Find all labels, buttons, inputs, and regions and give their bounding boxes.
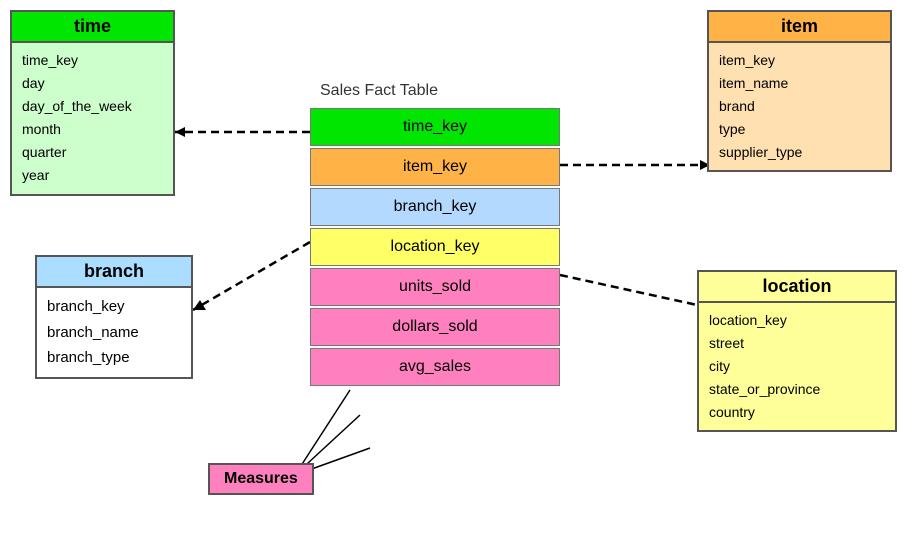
branch-table: branch branch_key branch_name branch_typ…	[35, 255, 193, 379]
time-field-1: time_key	[22, 49, 163, 72]
fact-row-branch-key: branch_key	[310, 188, 560, 226]
fact-row-location-key: location_key	[310, 228, 560, 266]
fact-row-units-sold: units_sold	[310, 268, 560, 306]
item-field-4: type	[719, 118, 880, 141]
item-table-header: item	[709, 12, 890, 41]
time-field-3: day_of_the_week	[22, 95, 163, 118]
branch-table-header: branch	[35, 255, 193, 288]
time-field-4: month	[22, 118, 163, 141]
location-field-1: location_key	[709, 309, 885, 332]
time-table: time time_key day day_of_the_week month …	[10, 10, 175, 196]
fact-table: time_key item_key branch_key location_ke…	[310, 108, 565, 388]
item-field-3: brand	[719, 95, 880, 118]
fact-row-item-key: item_key	[310, 148, 560, 186]
location-table-body: location_key street city state_or_provin…	[699, 301, 895, 430]
time-table-body: time_key day day_of_the_week month quart…	[12, 41, 173, 194]
time-field-2: day	[22, 72, 163, 95]
location-field-4: state_or_province	[709, 378, 885, 401]
item-table: item item_key item_name brand type suppl…	[707, 10, 892, 172]
location-table: location location_key street city state_…	[697, 270, 897, 432]
item-field-5: supplier_type	[719, 141, 880, 164]
branch-field-3: branch_type	[47, 345, 181, 371]
time-table-header: time	[12, 12, 173, 41]
branch-field-1: branch_key	[47, 294, 181, 320]
diagram-container: time time_key day day_of_the_week month …	[0, 0, 912, 533]
fact-table-label: Sales Fact Table	[320, 82, 438, 100]
branch-field-2: branch_name	[47, 320, 181, 346]
time-field-6: year	[22, 164, 163, 187]
location-field-5: country	[709, 401, 885, 424]
item-field-2: item_name	[719, 72, 880, 95]
fact-row-time-key: time_key	[310, 108, 560, 146]
location-field-3: city	[709, 355, 885, 378]
location-field-2: street	[709, 332, 885, 355]
item-table-body: item_key item_name brand type supplier_t…	[709, 41, 890, 170]
item-field-1: item_key	[719, 49, 880, 72]
location-table-header: location	[699, 272, 895, 301]
measures-box: Measures	[208, 463, 314, 495]
time-field-5: quarter	[22, 141, 163, 164]
fact-row-dollars-sold: dollars_sold	[310, 308, 560, 346]
branch-table-body: branch_key branch_name branch_type	[35, 288, 193, 379]
fact-row-avg-sales: avg_sales	[310, 348, 560, 386]
